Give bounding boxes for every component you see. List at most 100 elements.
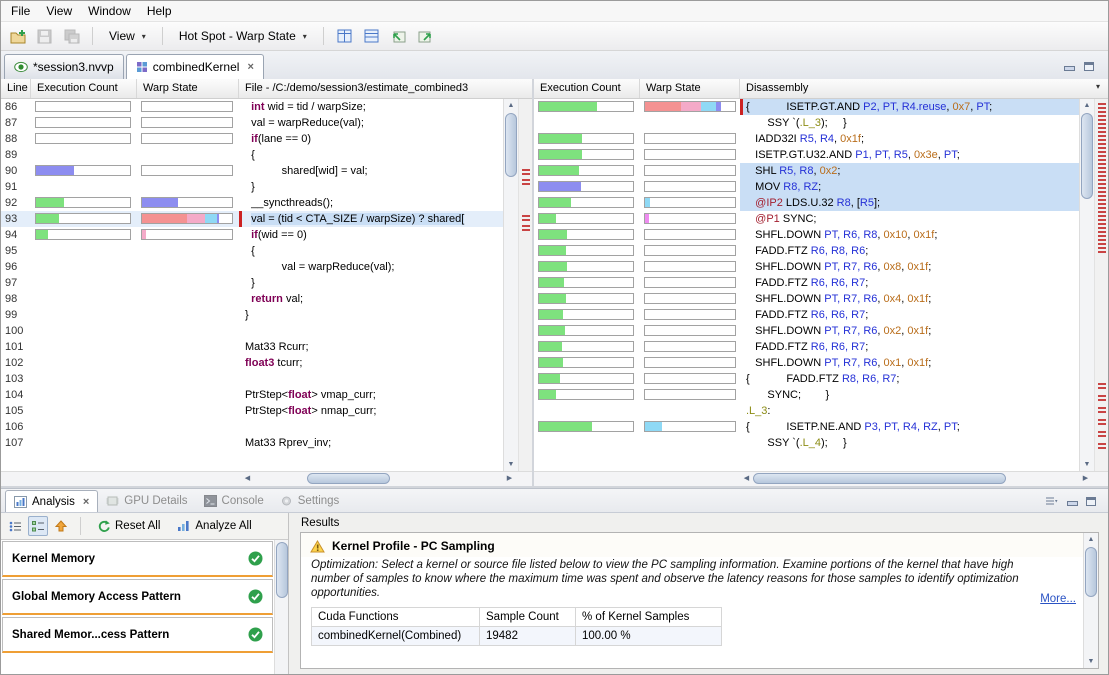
annotation-mark[interactable] <box>1098 443 1106 449</box>
source-row[interactable]: 91 } <box>1 179 503 195</box>
analysis-card[interactable]: Global Memory Access Pattern <box>2 579 273 615</box>
source-row[interactable]: 94 if(wid == 0) <box>1 227 503 243</box>
disassembly-row[interactable]: @IP2 LDS.U.32 R8, [R5]; <box>534 195 1079 211</box>
scroll-right-arrow[interactable]: ▶ <box>503 472 516 486</box>
source-row[interactable]: 106 <box>1 419 503 435</box>
maximize-icon[interactable] <box>1086 497 1096 506</box>
annotation-mark[interactable] <box>1098 191 1106 197</box>
annotation-mark[interactable] <box>1098 383 1106 389</box>
hotspot-dropdown[interactable]: Hot Spot - Warp State ▾ <box>171 26 315 46</box>
annotation-mark[interactable] <box>1098 419 1106 425</box>
disassembly-row[interactable]: ISETP.GT.U32.AND P1, PT, R5, 0x3e, PT; <box>534 147 1079 163</box>
scrollbar-thumb[interactable] <box>276 542 288 598</box>
scroll-left-arrow[interactable]: ◀ <box>740 472 753 486</box>
disassembly-row[interactable]: FADD.FTZ R6, R8, R6; <box>534 243 1079 259</box>
scroll-up-arrow[interactable]: ▲ <box>504 99 518 112</box>
table-row[interactable]: combinedKernel(Combined)19482100.00 % <box>312 627 722 646</box>
scroll-down-arrow[interactable]: ▼ <box>1084 655 1098 668</box>
column-header[interactable]: % of Kernel Samples <box>576 608 722 627</box>
disassembly-row[interactable]: SSY `(.L_3); } <box>534 115 1079 131</box>
annotation-mark[interactable] <box>1098 143 1106 149</box>
scroll-down-arrow[interactable]: ▼ <box>1080 458 1094 471</box>
annotation-mark[interactable] <box>1098 431 1106 437</box>
annotation-mark[interactable] <box>1098 119 1106 125</box>
tab-combined-kernel[interactable]: combinedKernel × <box>126 54 264 79</box>
annotation-mark[interactable] <box>1098 135 1106 141</box>
disassembly-row[interactable]: SHFL.DOWN PT, R7, R6, 0x4, 0x1f; <box>534 291 1079 307</box>
source-row[interactable]: 97 } <box>1 275 503 291</box>
disassembly-row[interactable]: SHFL.DOWN PT, R7, R6, 0x1, 0x1f; <box>534 355 1079 371</box>
source-row[interactable]: 90 shared[wid] = val; <box>1 163 503 179</box>
menu-view[interactable]: View <box>38 2 80 20</box>
source-row[interactable]: 107Mat33 Rprev_inv; <box>1 435 503 451</box>
annotation-mark[interactable] <box>1098 159 1106 165</box>
annotation-mark[interactable] <box>1098 231 1106 237</box>
annotation-mark[interactable] <box>1098 167 1106 173</box>
source-row[interactable]: 104PtrStep<float> vmap_curr; <box>1 387 503 403</box>
disassembly-row[interactable]: MOV R8, RZ; <box>534 179 1079 195</box>
scroll-up-arrow[interactable]: ▲ <box>1080 99 1094 112</box>
analysis-card[interactable]: Shared Memor...cess Pattern <box>2 617 273 653</box>
column-header[interactable]: Sample Count <box>480 608 576 627</box>
tab-gpu-details[interactable]: GPU Details <box>98 490 195 512</box>
disassembly-row[interactable]: FADD.FTZ R6, R6, R7; <box>534 307 1079 323</box>
source-row[interactable]: 98 return val; <box>1 291 503 307</box>
results-scrollbar[interactable]: ▲ ▼ <box>1083 533 1098 668</box>
annotation-mark[interactable] <box>522 179 530 185</box>
maximize-icon[interactable] <box>1084 62 1094 71</box>
disassembly-row[interactable]: { ISETP.GT.AND P2, PT, R4.reuse, 0x7, PT… <box>534 99 1079 115</box>
source-row[interactable]: 103 <box>1 371 503 387</box>
column-header[interactable]: Cuda Functions <box>312 608 480 627</box>
disassembly-row[interactable]: { ISETP.NE.AND P3, PT, R4, RZ, PT; <box>534 419 1079 435</box>
scrollbar-thumb[interactable] <box>307 473 390 484</box>
annotation-mark[interactable] <box>1098 103 1106 109</box>
disassembly-row[interactable]: SHFL.DOWN PT, R7, R6, 0x8, 0x1f; <box>534 259 1079 275</box>
annotation-mark[interactable] <box>1098 407 1106 413</box>
source-row[interactable]: 96 val = warpReduce(val); <box>1 259 503 275</box>
annotation-mark[interactable] <box>1098 207 1106 213</box>
show-source-view-button[interactable] <box>332 25 357 48</box>
annotation-mark[interactable] <box>1098 247 1106 253</box>
source-row[interactable]: 100 <box>1 323 503 339</box>
annotation-mark[interactable] <box>522 215 530 221</box>
analysis-card[interactable]: Kernel Memory <box>2 541 273 577</box>
menu-window[interactable]: Window <box>80 2 139 20</box>
disassembly-row[interactable]: @P1 SYNC; <box>534 211 1079 227</box>
annotation-mark[interactable] <box>1098 223 1106 229</box>
disassembly-row[interactable]: SHL R5, R8, 0x2; <box>534 163 1079 179</box>
annotation-mark[interactable] <box>1098 175 1106 181</box>
annotation-mark[interactable] <box>1098 183 1106 189</box>
close-icon[interactable]: × <box>247 61 253 73</box>
source-row[interactable]: 88 if(lane == 0) <box>1 131 503 147</box>
view-menu-icon[interactable] <box>1045 496 1058 507</box>
tab-session3[interactable]: *session3.nvvp <box>4 54 124 79</box>
annotation-mark[interactable] <box>1098 395 1106 401</box>
view-dropdown[interactable]: View ▾ <box>101 26 154 46</box>
sidebar-scrollbar[interactable] <box>274 540 288 674</box>
scroll-left-arrow[interactable]: ◀ <box>241 472 254 486</box>
tab-console[interactable]: Console <box>196 490 272 512</box>
annotation-mark[interactable] <box>522 169 530 175</box>
scrollbar-thumb[interactable] <box>1085 547 1097 597</box>
scroll-down-arrow[interactable]: ▼ <box>504 458 518 471</box>
more-link[interactable]: More... <box>1040 593 1076 605</box>
show-rows-view-button[interactable] <box>359 25 384 48</box>
scrollbar-thumb[interactable] <box>753 473 1006 484</box>
guided-analysis-button[interactable] <box>5 516 25 536</box>
source-row[interactable]: 102float3 tcurr; <box>1 355 503 371</box>
source-row[interactable]: 92 __syncthreads(); <box>1 195 503 211</box>
scroll-right-arrow[interactable]: ▶ <box>1079 472 1092 486</box>
close-icon[interactable]: × <box>83 496 89 508</box>
annotation-mark[interactable] <box>1098 111 1106 117</box>
chevron-down-icon[interactable]: ▾ <box>1088 82 1108 98</box>
scrollbar-thumb[interactable] <box>1081 113 1093 199</box>
source-vertical-scrollbar[interactable]: ▲ ▼ <box>503 99 518 471</box>
next-hotspot-button[interactable] <box>386 25 411 48</box>
source-row[interactable]: 89 { <box>1 147 503 163</box>
annotation-mark[interactable] <box>1098 199 1106 205</box>
analyze-all-button[interactable]: Analyze All <box>170 518 258 534</box>
annotation-mark[interactable] <box>522 225 530 231</box>
disasm-horizontal-scrollbar[interactable]: ◀ ▶ <box>534 471 1108 486</box>
menu-file[interactable]: File <box>3 2 38 20</box>
minimize-icon[interactable] <box>1067 497 1077 506</box>
